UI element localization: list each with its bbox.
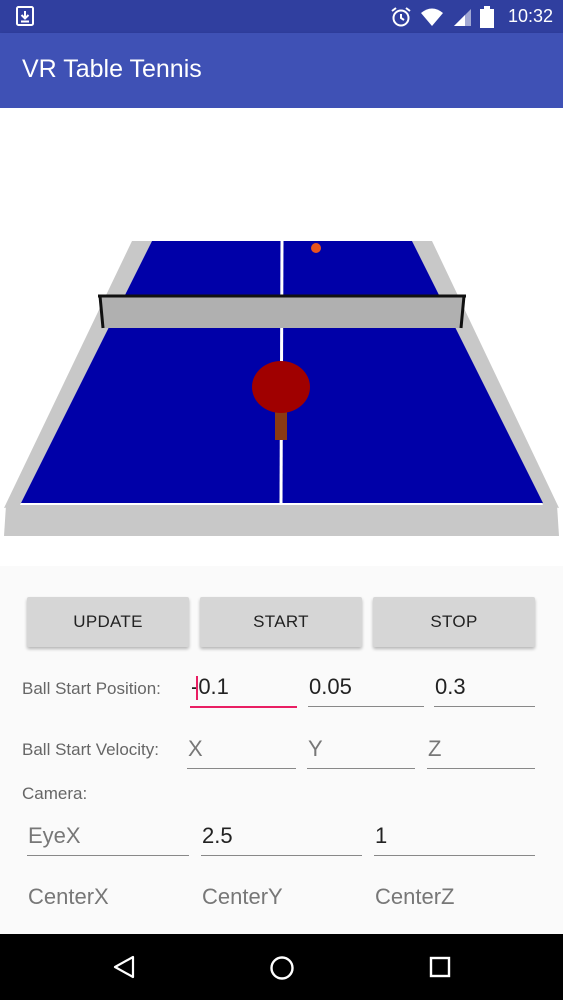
camera-center-y-input[interactable] xyxy=(201,880,362,916)
app-bar: VR Table Tennis xyxy=(0,33,563,108)
game-canvas[interactable] xyxy=(0,108,563,566)
back-icon[interactable] xyxy=(112,955,136,979)
start-button[interactable]: START xyxy=(200,597,362,647)
camera-center-x-input[interactable] xyxy=(27,880,189,916)
ball-start-velocity-z-input[interactable] xyxy=(427,732,535,769)
camera-eye-y-input[interactable] xyxy=(201,819,362,856)
net xyxy=(100,296,464,328)
ball-start-position-label: Ball Start Position: xyxy=(22,679,161,698)
ball-start-position-y-input[interactable] xyxy=(308,670,424,707)
ball xyxy=(311,243,321,253)
ball-start-position-z-input[interactable] xyxy=(434,670,535,707)
ball-start-velocity-y-input[interactable] xyxy=(307,732,415,769)
camera-label: Camera: xyxy=(22,784,88,803)
controls-panel: UPDATE START STOP Ball Start Position: B… xyxy=(0,566,563,934)
camera-eye-x-input[interactable] xyxy=(27,819,189,856)
text-cursor xyxy=(196,676,198,700)
update-button[interactable]: UPDATE xyxy=(27,597,189,647)
table-front-edge xyxy=(4,505,559,536)
battery-icon xyxy=(479,5,494,28)
signal-icon xyxy=(453,8,471,26)
camera-eye-z-input[interactable] xyxy=(374,819,535,856)
navigation-bar xyxy=(0,934,563,1000)
app-title: VR Table Tennis xyxy=(22,55,202,83)
status-time: 10:32 xyxy=(507,6,553,26)
recents-icon[interactable] xyxy=(429,956,451,978)
download-icon xyxy=(16,6,34,26)
ball-start-position-x-input[interactable] xyxy=(190,670,297,708)
status-bar: 10:32 xyxy=(0,0,563,33)
table-tennis-scene xyxy=(4,240,559,536)
home-icon[interactable] xyxy=(269,955,295,981)
paddle[interactable] xyxy=(252,361,310,413)
ball-start-velocity-label: Ball Start Velocity: xyxy=(22,740,160,759)
ball-start-velocity-x-input[interactable] xyxy=(187,732,296,769)
alarm-icon xyxy=(391,6,411,26)
wifi-icon xyxy=(420,8,443,26)
stop-button[interactable]: STOP xyxy=(373,597,535,647)
camera-center-z-input[interactable] xyxy=(374,880,535,916)
